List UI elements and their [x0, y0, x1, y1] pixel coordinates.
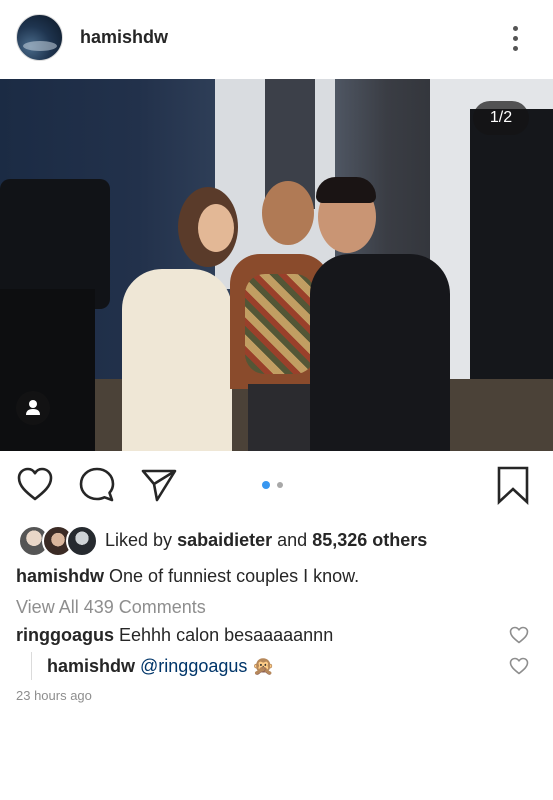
likes-user[interactable]: sabaidieter — [177, 530, 272, 550]
caption-text: One of funniest couples I know. — [109, 566, 360, 586]
reply-username[interactable]: hamishdw — [47, 656, 135, 676]
carousel-dot-active — [262, 481, 270, 489]
photo-person-man-head — [262, 181, 314, 245]
comment-text: Eehhh calon besaaaaannn — [119, 625, 334, 645]
likes-text[interactable]: Liked by sabaidieter and 85,326 others — [105, 530, 427, 551]
user-tag-icon[interactable] — [16, 391, 50, 425]
photo-person-woman — [122, 269, 232, 451]
send-icon[interactable] — [140, 467, 178, 503]
comment-icon[interactable] — [78, 466, 116, 504]
liker-avatar — [66, 525, 98, 557]
post-caption: hamishdw One of funniest couples I know. — [16, 566, 359, 587]
photo-person-man2-hair — [316, 177, 376, 203]
view-all-comments-link[interactable]: View All 439 Comments — [16, 597, 206, 618]
carousel-indicator — [262, 481, 292, 491]
carousel-dot — [277, 482, 283, 488]
post-header: hamishdw — [0, 0, 553, 78]
image-counter: 1/2 — [473, 101, 529, 135]
reply-emoji: 🙊 — [252, 656, 275, 676]
comment-item: ringgoagus Eehhh calon besaaaaannn — [16, 625, 333, 646]
photo-person-woman-face — [198, 204, 234, 252]
reply-mention[interactable]: @ringgoagus — [140, 656, 247, 676]
likes-and: and — [277, 530, 308, 550]
photo-person-man-pants — [248, 384, 318, 451]
bookmark-icon[interactable] — [496, 465, 530, 505]
post-timestamp: 23 hours ago — [16, 688, 92, 703]
comment-reply: hamishdw @ringgoagus 🙊 — [47, 656, 275, 677]
comment-like-heart-icon[interactable] — [509, 626, 529, 644]
reply-like-heart-icon[interactable] — [509, 657, 529, 675]
more-vertical-icon[interactable] — [507, 24, 523, 54]
post-username[interactable]: hamishdw — [80, 27, 168, 48]
post-image[interactable]: 1/2 — [0, 79, 553, 451]
photo-cameraman — [0, 289, 95, 451]
likes-prefix: Liked by — [105, 530, 173, 550]
likes-count[interactable]: 85,326 others — [312, 530, 427, 550]
comment-username[interactable]: ringgoagus — [16, 625, 114, 645]
photo-person-man2-jacket — [310, 254, 450, 451]
avatar[interactable] — [16, 14, 63, 61]
likes-row[interactable]: Liked by sabaidieter and 85,326 others — [0, 523, 553, 557]
reply-thread-line — [31, 652, 32, 680]
heart-icon[interactable] — [16, 466, 54, 502]
caption-username[interactable]: hamishdw — [16, 566, 104, 586]
